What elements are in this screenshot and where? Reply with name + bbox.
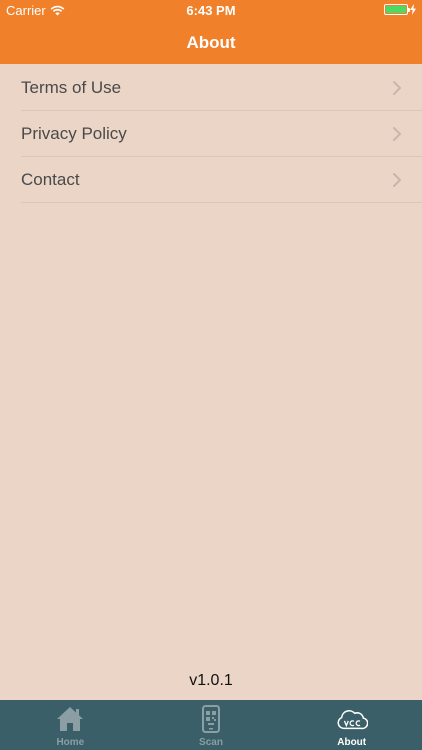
charging-bolt-icon <box>410 4 416 15</box>
home-icon <box>57 707 84 731</box>
tab-bar: Home Scan About <box>0 700 422 750</box>
chevron-right-icon <box>393 81 401 95</box>
chevron-right-icon <box>393 173 401 187</box>
tab-label: Home <box>56 737 85 748</box>
cloud-vcc-icon <box>337 710 368 730</box>
menu-item-label: Contact <box>21 170 80 189</box>
battery-indicator <box>384 4 416 15</box>
menu-item-terms-of-use[interactable]: Terms of Use <box>0 65 422 111</box>
tab-home[interactable]: Home <box>0 700 141 750</box>
menu-item-label: Privacy Policy <box>21 124 127 143</box>
tab-scan[interactable]: Scan <box>141 700 282 750</box>
battery-icon <box>384 4 410 15</box>
menu-item-label: Terms of Use <box>21 78 122 97</box>
clock: 6:43 PM <box>186 3 236 18</box>
menu-item-contact[interactable]: Contact <box>0 157 422 203</box>
tab-about[interactable]: About <box>281 700 422 750</box>
phone-scan-icon <box>202 705 220 733</box>
tab-label: Scan <box>199 737 223 748</box>
version-label: v1.0.1 <box>189 672 233 689</box>
tab-label: About <box>337 737 367 748</box>
navigation-header: Carrier 6:43 PM About <box>0 0 422 64</box>
about-menu-list: Terms of Use Privacy Policy Contact <box>0 65 422 203</box>
status-bar: Carrier 6:43 PM <box>0 0 422 22</box>
menu-item-privacy-policy[interactable]: Privacy Policy <box>0 111 422 157</box>
page-title: About <box>186 33 236 52</box>
chevron-right-icon <box>393 127 401 141</box>
